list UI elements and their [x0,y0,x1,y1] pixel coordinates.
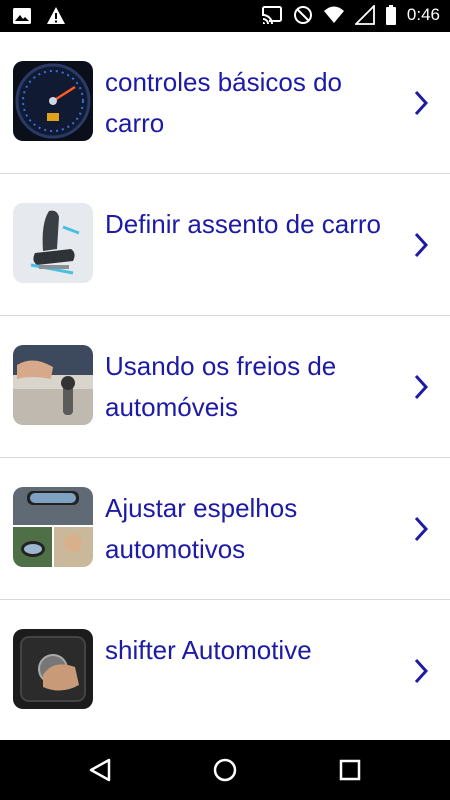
do-not-disturb-icon [293,5,313,25]
list-item-brakes[interactable]: Usando os freios de automóveis [0,316,450,458]
chevron-right-icon[interactable] [412,373,430,406]
status-time: 0:46 [406,5,440,24]
chevron-right-icon[interactable] [412,231,430,264]
car-seat-image [13,203,93,283]
gear-shifter-image [13,629,93,709]
chevron-right-icon[interactable] [412,89,430,122]
list-item-title: Definir assento de carro [105,209,382,239]
chevron-right-icon[interactable] [412,515,430,548]
list-item-car-seat[interactable]: Definir assento de carro [0,174,450,316]
list-item-title: shifter Automotive [105,635,312,665]
list-item-title: Ajustar espelhos automotivos [105,493,298,564]
status-bar: 0:46 [0,0,450,32]
navigation-bar [0,740,450,800]
chevron-right-icon[interactable] [412,657,430,690]
cast-icon [261,5,283,25]
home-icon[interactable] [210,755,240,785]
list-item-shifter[interactable]: shifter Automotive [0,600,450,742]
battery-icon [385,5,397,25]
recents-icon[interactable] [335,755,365,785]
signal-icon [354,5,375,25]
list-item-title: Usando os freios de automóveis [105,351,337,422]
list-item-basic-controls[interactable]: controles básicos do carro [0,32,450,174]
handbrake-image [13,345,93,425]
image-icon [12,6,32,26]
list-item-mirrors[interactable]: Ajustar espelhos automotivos [0,458,450,600]
wifi-icon [323,5,345,25]
back-icon[interactable] [85,755,115,785]
warning-icon [46,6,66,26]
car-mirrors-image [13,487,93,567]
list-item-title: controles básicos do carro [105,67,343,138]
topic-list: controles básicos do carro Definir assen… [0,32,450,742]
dashboard-gauge-image [13,61,93,141]
